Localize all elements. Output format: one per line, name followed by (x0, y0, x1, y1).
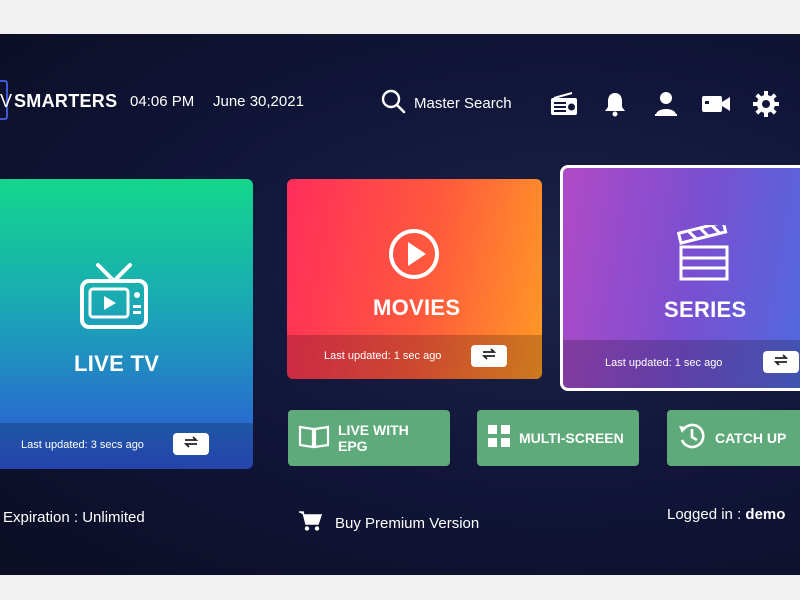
user-icon[interactable] (650, 88, 682, 120)
clock-time: 04:06 PM (130, 93, 195, 110)
play-icon (388, 228, 440, 285)
book-icon (298, 423, 330, 454)
live-tv-tile[interactable]: LIVE TV Last updated: 3 secs ago (0, 179, 253, 469)
live-tv-updated: Last updated: 3 secs ago (21, 439, 144, 451)
series-title: SERIES (664, 297, 747, 322)
radio-icon[interactable] (548, 88, 580, 120)
live-epg-line1: LIVE WITH (338, 422, 409, 438)
multi-screen-label: MULTI-SCREEN (519, 430, 624, 446)
live-with-epg-button[interactable]: LIVE WITH EPG (288, 410, 450, 466)
movies-updated: Last updated: 1 sec ago (324, 350, 442, 362)
series-updated: Last updated: 1 sec ago (605, 357, 723, 369)
series-footer: Last updated: 1 sec ago (563, 340, 800, 388)
live-tv-footer: Last updated: 3 secs ago (0, 423, 253, 469)
logged-in-status: Logged in : demo (667, 506, 785, 523)
refresh-icon (182, 435, 200, 454)
movies-tile[interactable]: MOVIES Last updated: 1 sec ago (287, 179, 542, 379)
expiration-text: Expiration : Unlimited (3, 509, 145, 526)
history-icon (677, 421, 707, 456)
grid-icon (487, 424, 511, 453)
logo-letter: V (0, 91, 13, 111)
search-icon (380, 88, 406, 119)
series-tile[interactable]: SERIES Last updated: 1 sec ago (560, 165, 800, 391)
buy-premium-label: Buy Premium Version (335, 515, 480, 532)
search-label: Master Search (414, 94, 512, 112)
video-camera-icon[interactable] (700, 88, 732, 120)
refresh-icon (772, 353, 790, 372)
cart-icon (298, 510, 323, 537)
live-epg-line2: EPG (338, 438, 368, 454)
gear-icon[interactable] (750, 88, 782, 120)
catch-up-label: CATCH UP (715, 430, 787, 446)
clapperboard-icon (676, 220, 731, 286)
app-screen: V SMARTERS 04:06 PM June 30,2021 Master … (0, 34, 800, 575)
movies-footer: Last updated: 1 sec ago (287, 335, 542, 379)
tv-icon (76, 263, 152, 340)
multi-screen-button[interactable]: MULTI-SCREEN (477, 410, 639, 466)
logged-in-label: Logged in : (667, 506, 742, 523)
logged-in-user: demo (745, 506, 786, 523)
series-refresh-button[interactable] (763, 351, 799, 373)
brand-name: SMARTERS (14, 91, 118, 111)
buy-premium-button[interactable]: Buy Premium Version (298, 510, 479, 537)
catch-up-button[interactable]: CATCH UP (667, 410, 800, 466)
live-tv-title: LIVE TV (74, 351, 160, 376)
clock-date: June 30,2021 (213, 93, 304, 110)
movies-title: MOVIES (373, 295, 461, 320)
bell-icon[interactable] (599, 88, 631, 120)
master-search-button[interactable]: Master Search (380, 88, 512, 118)
movies-refresh-button[interactable] (471, 345, 507, 367)
live-tv-refresh-button[interactable] (173, 433, 209, 455)
refresh-icon (480, 347, 498, 366)
